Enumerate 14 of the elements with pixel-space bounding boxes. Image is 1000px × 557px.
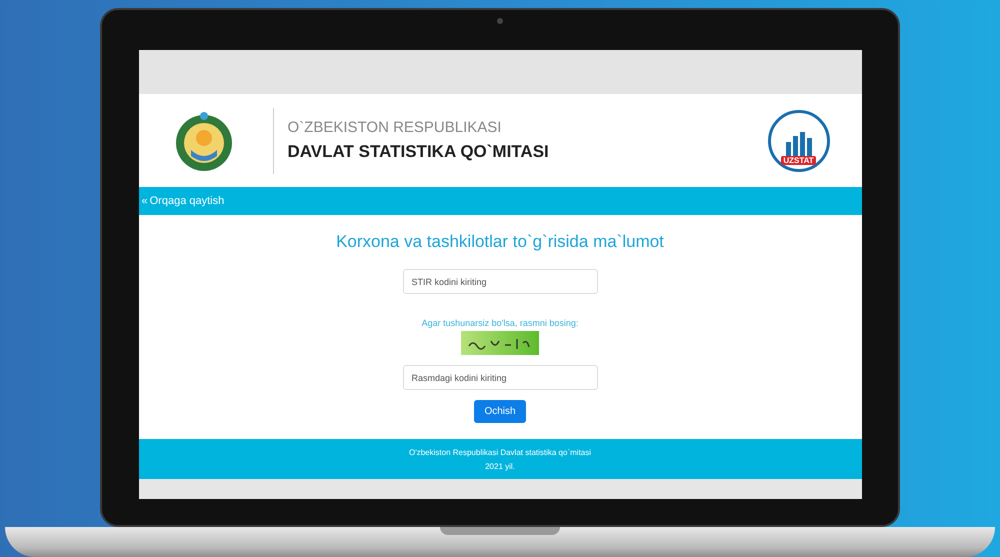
captcha-hint: Agar tushunarsiz bo'lsa, rasmni bosing: xyxy=(422,318,578,328)
header-title: DAVLAT STATISTIKA QO`MITASI xyxy=(288,142,549,162)
header-subtitle: O`ZBEKISTON RESPUBLIKASI xyxy=(288,119,502,136)
bar-chart-icon xyxy=(784,130,814,156)
page-heading: Korxona va tashkilotlar to`g`risida ma`lumot xyxy=(336,232,664,252)
footer-year: 2021 yil. xyxy=(485,462,515,470)
stir-input-field[interactable]: STIR kodini kiriting xyxy=(402,269,598,294)
captcha-input-field[interactable]: Rasmdagi kodini kiriting xyxy=(402,365,598,390)
captcha-image[interactable] xyxy=(461,331,539,355)
footer-text: O'zbekiston Respublikasi Davlat statistika qo`mitasi xyxy=(408,448,592,456)
camera-icon xyxy=(497,18,503,24)
logo-text: UZSTAT xyxy=(781,156,816,164)
open-button[interactable]: Ochish xyxy=(474,400,526,423)
back-link[interactable]: « Orqaga qaytish xyxy=(142,195,224,207)
